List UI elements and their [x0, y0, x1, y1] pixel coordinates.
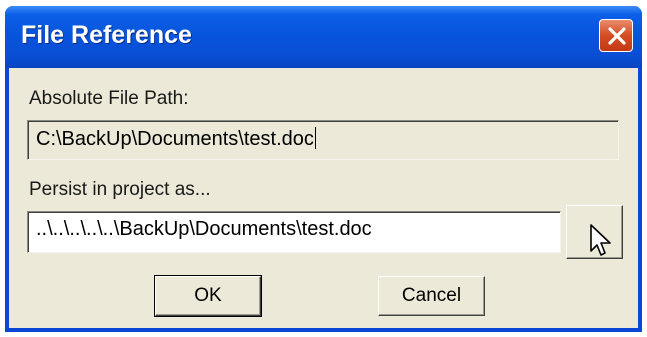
- file-reference-dialog: File Reference Absolute File Path: C:\Ba…: [5, 6, 642, 332]
- dialog-body: Absolute File Path: C:\BackUp\Documents\…: [9, 68, 638, 328]
- absolute-path-field[interactable]: C:\BackUp\Documents\test.doc: [27, 120, 619, 160]
- close-button[interactable]: [599, 19, 633, 52]
- dialog-title: File Reference: [21, 21, 192, 49]
- title-bar[interactable]: File Reference: [5, 6, 642, 68]
- cancel-button[interactable]: Cancel: [378, 276, 485, 316]
- text-caret: [314, 127, 316, 149]
- ok-button[interactable]: OK: [154, 275, 262, 317]
- cursor-icon: [590, 224, 611, 256]
- persist-path-input[interactable]: ..\..\..\..\..\BackUp\Documents\test.doc: [27, 211, 561, 253]
- close-icon: [608, 27, 626, 45]
- persist-label: Persist in project as...: [29, 179, 211, 200]
- persist-path-value: ..\..\..\..\..\BackUp\Documents\test.doc: [36, 218, 372, 240]
- browse-button[interactable]: [566, 205, 623, 259]
- absolute-path-label: Absolute File Path:: [29, 88, 189, 109]
- absolute-path-value: C:\BackUp\Documents\test.doc: [36, 128, 314, 150]
